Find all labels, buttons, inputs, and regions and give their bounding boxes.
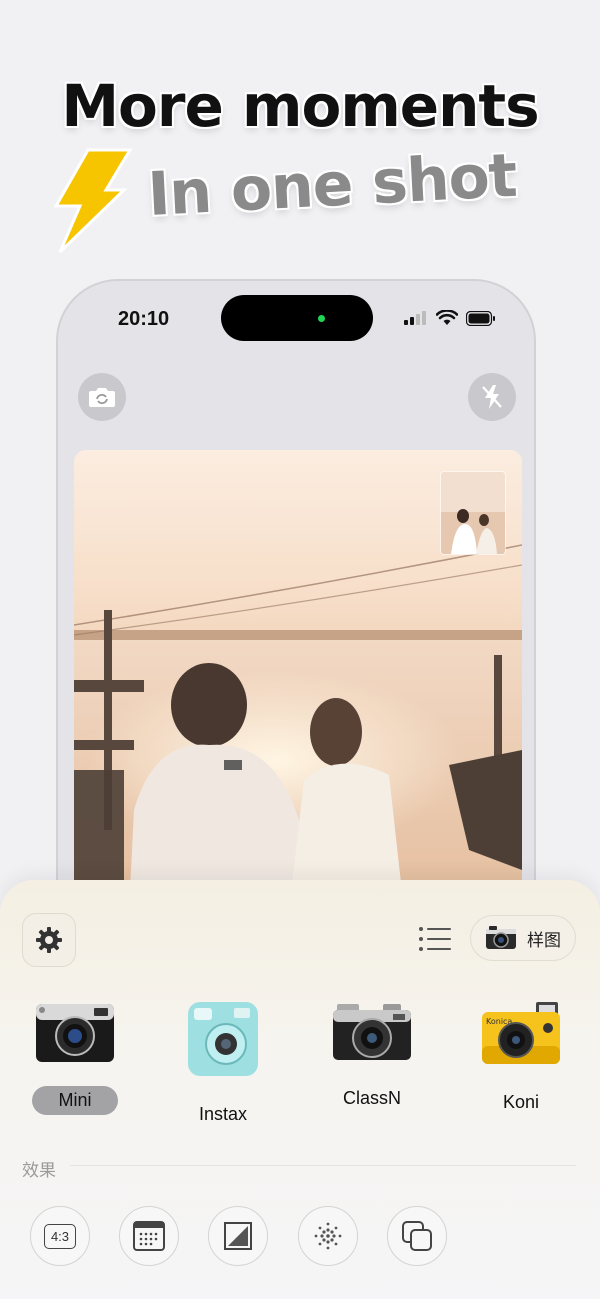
mini-camera-icon [36, 1004, 114, 1062]
settings-button[interactable] [22, 913, 76, 967]
grain-icon [314, 1222, 342, 1250]
flip-camera-button[interactable] [78, 373, 126, 421]
headline-title: More moments [61, 72, 539, 140]
camera-flip-icon [89, 388, 115, 407]
camera-label-mini: Mini [32, 1086, 118, 1115]
phone-frame: 20:10 [56, 279, 536, 979]
preview-thumbnail[interactable] [440, 471, 506, 555]
frame-icon [224, 1222, 252, 1250]
camera-label-koni: Koni [502, 1092, 540, 1112]
control-sheet: 样图 Mini Instax ClassN Konica Koni 效果 4:3 [0, 880, 600, 1299]
list-icon [419, 927, 451, 951]
grain-button[interactable] [298, 1206, 358, 1266]
camera-label-instax: Instax [198, 1104, 248, 1124]
camera-icon [486, 926, 516, 949]
aspect-ratio-icon: 4:3 [43, 1223, 77, 1249]
thumbnail-image [441, 472, 505, 554]
status-time: 20:10 [118, 308, 170, 330]
headline-subtitle: In one shot [146, 140, 519, 230]
classn-camera-icon [333, 1004, 411, 1060]
effects-divider [70, 1165, 576, 1166]
koni-camera-icon: Konica [482, 1002, 560, 1064]
flash-toggle-button[interactable] [468, 373, 516, 421]
effects-section-title: 效果 [22, 1161, 56, 1181]
battery-icon [466, 310, 495, 326]
dynamic-island [221, 295, 373, 341]
sample-gallery-button[interactable]: 样图 [470, 915, 576, 961]
gear-icon [36, 927, 62, 953]
camera-indicator-dot [318, 315, 325, 322]
wifi-icon [436, 310, 458, 325]
headline-subtitle-group: In one shot [50, 141, 570, 258]
lightning-icon [53, 148, 132, 253]
sample-label: 样图 [527, 930, 561, 951]
status-icons [404, 310, 496, 326]
date-stamp-button[interactable] [119, 1206, 179, 1266]
signal-icon [404, 311, 426, 325]
camera-option-mini[interactable]: Mini [5, 1000, 145, 1115]
camera-option-instax[interactable]: Instax [153, 1000, 293, 1129]
camera-label-classn: ClassN [342, 1088, 401, 1108]
list-button[interactable] [417, 924, 453, 954]
instax-camera-icon [188, 1002, 258, 1076]
multi-exposure-button[interactable] [387, 1206, 447, 1266]
aspect-ratio-button[interactable]: 4:3 [30, 1206, 90, 1266]
flash-off-icon [482, 385, 502, 409]
multi-exposure-icon [402, 1221, 432, 1251]
camera-option-classn[interactable]: ClassN [302, 1000, 442, 1113]
frame-button[interactable] [208, 1206, 268, 1266]
date-stamp-icon [133, 1221, 165, 1251]
camera-option-koni[interactable]: Konica Koni [451, 1000, 591, 1117]
